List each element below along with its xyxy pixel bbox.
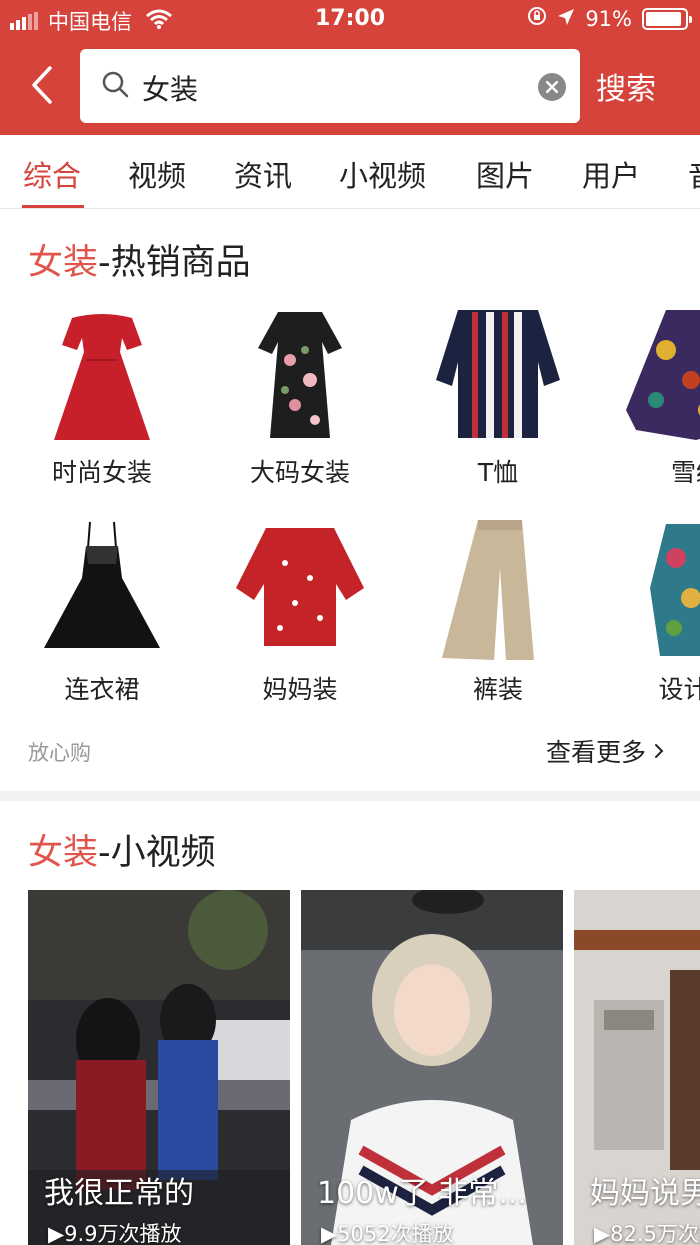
trust-label: 放心购 [28,741,91,765]
search-icon [102,71,130,103]
battery-percent: 91% [585,6,632,31]
product-label: 妈妈装 [262,675,338,704]
product-item[interactable]: 时尚女装 [2,290,202,490]
product-item[interactable]: 设计师 [596,508,700,708]
tab-images[interactable]: 图片 [476,153,534,195]
video-card[interactable]: 100w了 非常... ▶5052次播放 [301,890,563,1245]
hot-products-title: 女装-热销商品 [28,234,251,285]
hot-products-keyword: 女装 [28,243,99,283]
tab-comprehensive[interactable]: 综合 [23,153,81,195]
tab-news[interactable]: 资讯 [234,153,292,195]
video-card[interactable]: 妈妈说男 ▶82.5万次播放 [574,890,700,1245]
tab-video[interactable]: 视频 [128,153,186,195]
rotation-lock-icon [527,6,547,31]
product-label: 大码女装 [249,458,350,487]
video-caption: 妈妈说男 [590,1176,700,1211]
search-results-page: 中国电信 17:00 91% 女装 搜索 综合 视频 资讯 小视频 图片 用户 … [0,0,700,1245]
product-label: T恤 [477,458,519,487]
video-caption: 我很正常的 [44,1176,194,1211]
location-icon [557,7,575,31]
product-item[interactable]: 裤装 [398,508,598,708]
chevron-right-icon [655,744,664,758]
search-input[interactable]: 女装 [80,49,580,123]
search-query-text: 女装 [142,73,199,106]
clear-button[interactable] [538,73,566,101]
product-item[interactable]: T恤 [398,290,598,490]
short-videos-suffix: -小视频 [98,833,216,873]
chevron-left-icon [32,66,52,104]
back-button[interactable] [22,62,62,108]
active-tab-indicator [22,205,84,208]
status-bar: 中国电信 17:00 91% [0,0,700,40]
product-item[interactable]: 大码女装 [200,290,400,490]
tab-users[interactable]: 用户 [582,153,640,195]
product-label: 裤装 [472,675,523,704]
view-more-label: 查看更多 [546,738,647,767]
tab-music[interactable]: 音 [688,153,700,195]
short-videos-title: 女装-小视频 [28,824,216,875]
video-play-count: ▶82.5万次播放 [594,1222,700,1245]
video-caption: 100w了 非常... [317,1176,527,1211]
video-play-count: ▶5052次播放 [321,1222,454,1245]
short-videos-keyword: 女装 [28,833,99,873]
view-more-link[interactable]: 查看更多 [546,733,664,769]
video-play-count: ▶9.9万次播放 [48,1222,182,1245]
product-label: 雪纺 [670,458,700,487]
product-item[interactable]: 连衣裙 [2,508,202,708]
app-header: 中国电信 17:00 91% 女装 搜索 [0,0,700,135]
product-item[interactable]: 妈妈装 [200,508,400,708]
product-item[interactable]: 雪纺 [596,290,700,490]
battery-fill [646,11,681,26]
search-button[interactable]: 搜索 [596,64,656,108]
clear-icon [546,81,558,93]
battery-icon [642,7,692,30]
product-label: 时尚女装 [51,458,152,487]
tab-short-video[interactable]: 小视频 [339,153,426,195]
section-divider [0,791,700,801]
category-tabs: 综合 视频 资讯 小视频 图片 用户 音 [0,135,700,209]
video-card[interactable]: 我很正常的 ▶9.9万次播放 [28,890,290,1245]
hot-products-suffix: -热销商品 [98,243,251,283]
product-label: 设计师 [658,675,700,704]
product-label: 连衣裙 [64,675,140,704]
